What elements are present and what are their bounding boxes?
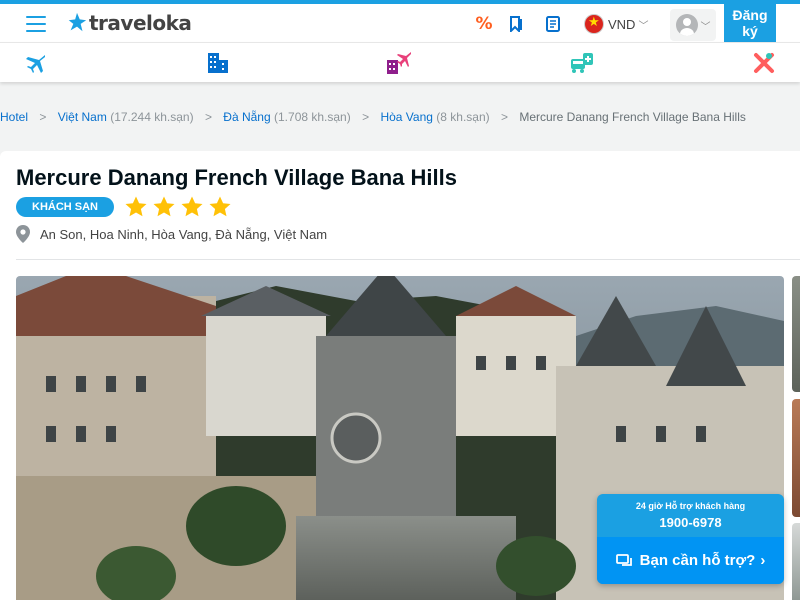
star-icon: [153, 196, 175, 217]
logo-text: traveloka: [89, 11, 192, 35]
customer-support-widget[interactable]: 24 giờ Hỗ trợ khách hàng 1900-6978 Bạn c…: [597, 494, 784, 584]
currency-selector[interactable]: VND ﹀: [584, 13, 648, 35]
breadcrumb-separator: >: [39, 110, 47, 124]
currency-label: VND: [608, 16, 636, 32]
product-nav: [0, 42, 800, 82]
breadcrumb-link-vietnam[interactable]: Việt Nam: [58, 110, 107, 124]
hotel-type-badge: KHÁCH SẠN: [16, 197, 114, 217]
gallery-thumbnail[interactable]: [792, 276, 800, 392]
percent-icon[interactable]: %: [474, 14, 494, 34]
star-icon: [181, 196, 203, 217]
breadcrumb-link-danang[interactable]: Đà Nẵng: [223, 110, 270, 124]
divider: [16, 259, 800, 260]
breadcrumb-count: (1.708 kh.sạn): [274, 110, 351, 124]
logo-bird-icon: [68, 12, 87, 32]
transport-icon[interactable]: [569, 51, 595, 77]
location-pin-icon: [16, 225, 30, 243]
need-help-button[interactable]: Bạn cần hỗ trợ? ›: [597, 537, 784, 584]
breadcrumb-separator: >: [204, 110, 212, 124]
gallery-thumbnail[interactable]: [792, 523, 800, 600]
flight-hotel-icon[interactable]: [386, 51, 412, 77]
avatar-icon: [675, 14, 698, 36]
chevron-down-icon: ﹀: [638, 20, 649, 32]
register-button[interactable]: Đăng ký: [724, 0, 776, 46]
breadcrumb-link-hotel[interactable]: Hotel: [0, 110, 28, 124]
breadcrumb-link-hoavang[interactable]: Hòa Vang: [380, 110, 432, 124]
activity-icon[interactable]: [752, 51, 778, 77]
chevron-right-icon: ›: [760, 552, 766, 569]
traveloka-logo[interactable]: traveloka: [66, 10, 192, 36]
support-caption: 24 giờ Hỗ trợ khách hàng: [635, 501, 746, 511]
support-phone[interactable]: 1900-6978: [597, 515, 784, 530]
user-menu[interactable]: ﹀: [670, 9, 716, 41]
breadcrumb-count: (17.244 kh.sạn): [110, 110, 194, 124]
hotel-icon[interactable]: [206, 51, 232, 77]
breadcrumb-current: Mercure Danang French Village Bana Hills: [519, 110, 746, 124]
breadcrumb-count: (8 kh.sạn): [436, 110, 490, 124]
hotel-name: Mercure Danang French Village Bana Hills: [16, 165, 457, 190]
need-help-label: Bạn cần hỗ trợ?: [639, 552, 756, 569]
gallery-thumbnail[interactable]: [792, 399, 800, 517]
star-icon: [125, 196, 147, 217]
hotel-address: An Son, Hoa Ninh, Hòa Vang, Đà Nẵng, Việ…: [16, 225, 327, 243]
receipt-icon[interactable]: [543, 14, 563, 34]
breadcrumb-separator: >: [362, 110, 370, 124]
breadcrumb: Hotel > Việt Nam (17.244 kh.sạn) > Đà Nẵ…: [0, 110, 746, 124]
bookmark-icon[interactable]: [507, 14, 527, 34]
flight-icon[interactable]: [24, 51, 50, 77]
star-rating: [124, 195, 236, 219]
header: traveloka % VND ﹀ ﹀: [0, 4, 800, 42]
chat-icon: [615, 553, 632, 566]
breadcrumb-separator: >: [500, 110, 508, 124]
address-text: An Son, Hoa Ninh, Hòa Vang, Đà Nẵng, Việ…: [40, 226, 328, 242]
star-icon: [209, 196, 231, 217]
menu-icon[interactable]: [26, 16, 46, 32]
chevron-down-icon: ﹀: [700, 21, 711, 33]
vietnam-flag-icon: [584, 14, 604, 34]
